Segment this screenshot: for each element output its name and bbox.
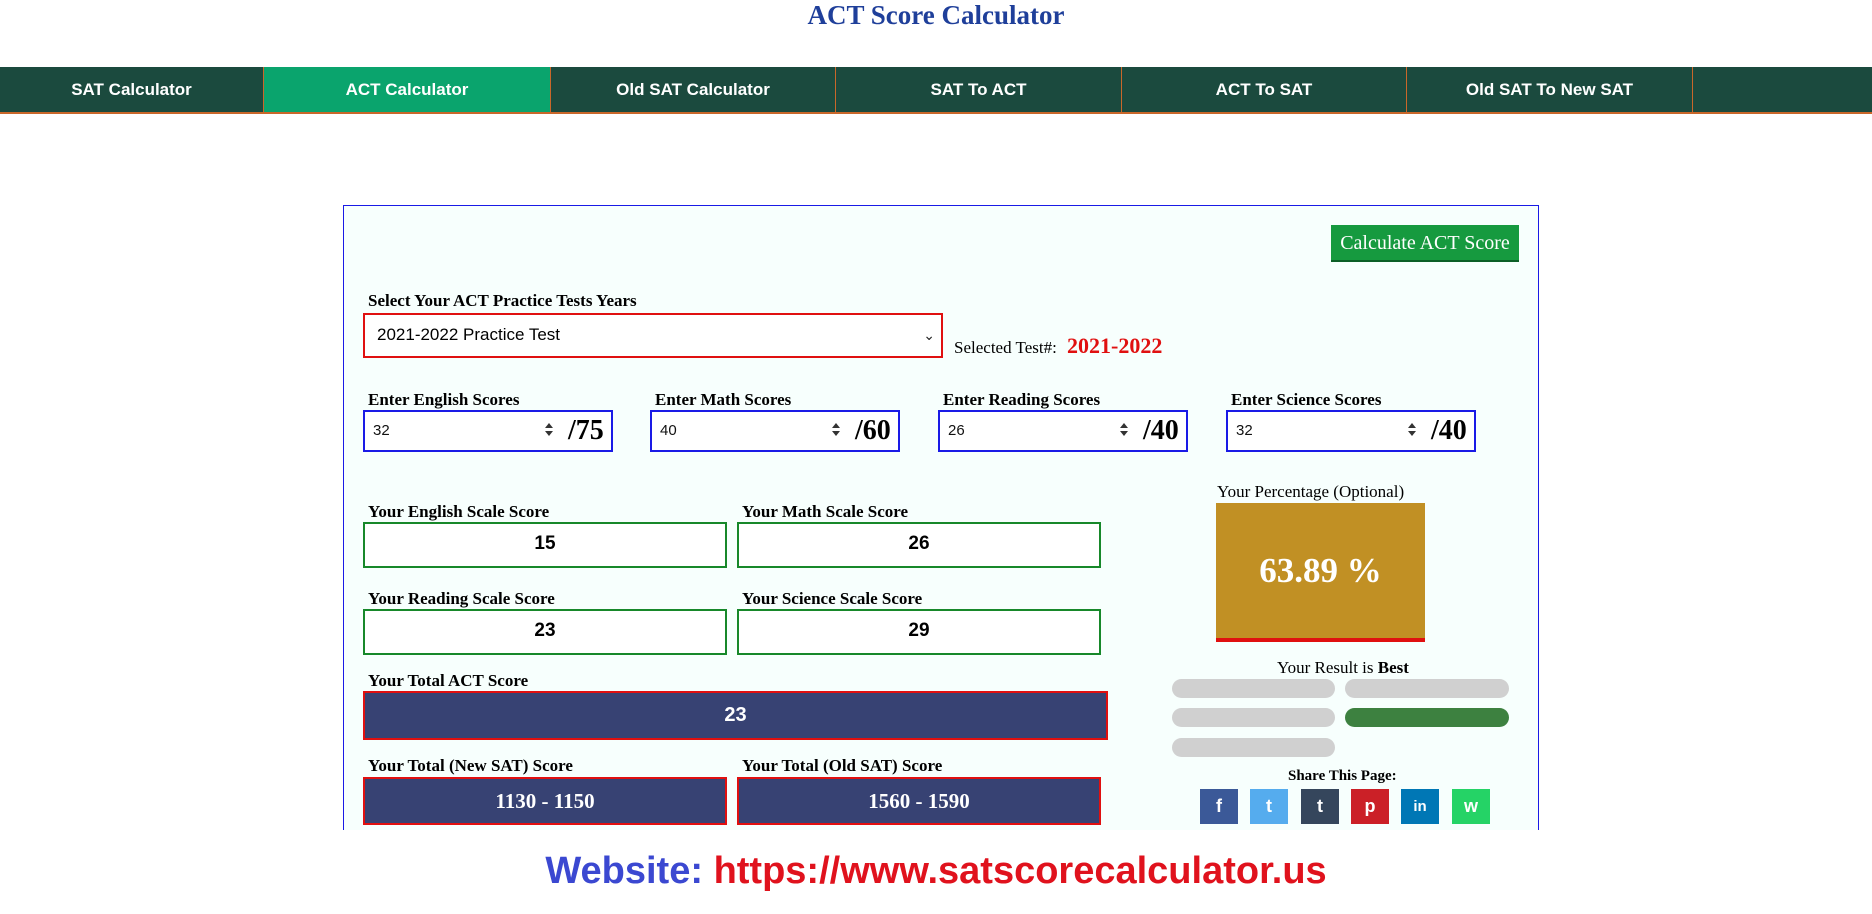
nav-item-act-calculator[interactable]: ACT Calculator	[264, 67, 551, 112]
new-sat-score: 1130 - 1150	[363, 777, 727, 825]
spinner-icon[interactable]	[1119, 421, 1129, 439]
math-score-value: 40	[660, 422, 677, 439]
test-year-select[interactable]: 2021-2022 Practice Test ⌄	[363, 313, 943, 358]
math-scale-label: Your Math Scale Score	[742, 502, 909, 521]
website-label: Website:	[545, 850, 703, 892]
facebook-icon[interactable]: f	[1200, 789, 1238, 824]
calculate-act-score-button[interactable]: Calculate ACT Score	[1331, 225, 1519, 262]
share-label: Share This Page:	[1288, 768, 1397, 784]
nav-item-old-sat-to-new-sat[interactable]: Old SAT To New SAT	[1407, 67, 1693, 112]
pinterest-icon[interactable]: p	[1351, 789, 1389, 824]
total-act-score: 23	[363, 691, 1108, 740]
spinner-icon[interactable]	[831, 421, 841, 439]
result-value: Best	[1377, 658, 1409, 677]
result-bar-2	[1345, 679, 1509, 698]
percentage-value: 63.89 %	[1216, 503, 1425, 642]
english-scale-score: 15	[363, 522, 727, 568]
english-score-input[interactable]: 32 /75	[363, 410, 613, 452]
test-year-select-value: 2021-2022 Practice Test	[377, 325, 561, 344]
tumblr-icon[interactable]: t	[1301, 789, 1339, 824]
result-bar-5	[1172, 738, 1335, 757]
page-title: ACT Score Calculator	[807, 0, 1065, 30]
main-nav: SAT Calculator ACT Calculator Old SAT Ca…	[0, 67, 1872, 114]
reading-input-label: Enter Reading Scores	[943, 390, 1101, 409]
test-select-label: Select Your ACT Practice Tests Years	[368, 291, 637, 310]
twitter-icon[interactable]: t	[1250, 789, 1288, 824]
science-scale-label: Your Science Scale Score	[742, 589, 923, 608]
result-bar-4	[1345, 708, 1509, 727]
science-score-value: 32	[1236, 422, 1253, 439]
science-input-label: Enter Science Scores	[1231, 390, 1382, 409]
reading-scale-label: Your Reading Scale Score	[368, 589, 555, 608]
selected-test-label: Selected Test#:	[954, 338, 1057, 357]
website-line: Website: https://www.satscorecalculator.…	[0, 850, 1872, 893]
math-max-score: /60	[855, 415, 891, 446]
old-sat-label: Your Total (Old SAT) Score	[742, 756, 943, 775]
english-scale-label: Your English Scale Score	[368, 502, 550, 521]
percentage-label: Your Percentage (Optional)	[1217, 482, 1405, 501]
english-score-value: 32	[373, 422, 390, 439]
total-act-label: Your Total ACT Score	[368, 671, 529, 690]
spinner-icon[interactable]	[544, 421, 554, 439]
math-scale-score: 26	[737, 522, 1101, 568]
linkedin-icon[interactable]: in	[1401, 789, 1439, 824]
science-score-input[interactable]: 32 /40	[1226, 410, 1476, 452]
result-bar-1	[1172, 679, 1335, 698]
english-input-label: Enter English Scores	[368, 390, 520, 409]
science-max-score: /40	[1431, 415, 1467, 446]
new-sat-label: Your Total (New SAT) Score	[368, 756, 573, 775]
chevron-down-icon: ⌄	[923, 327, 935, 343]
science-scale-score: 29	[737, 609, 1101, 655]
result-line: Your Result is Best	[1277, 658, 1409, 678]
nav-item-old-sat-calculator[interactable]: Old SAT Calculator	[551, 67, 836, 112]
whatsapp-icon[interactable]: w	[1452, 789, 1490, 824]
old-sat-score: 1560 - 1590	[737, 777, 1101, 825]
website-url[interactable]: https://www.satscorecalculator.us	[714, 850, 1327, 892]
reading-score-input[interactable]: 26 /40	[938, 410, 1188, 452]
english-max-score: /75	[568, 415, 604, 446]
nav-item-act-to-sat[interactable]: ACT To SAT	[1122, 67, 1407, 112]
reading-scale-score: 23	[363, 609, 727, 655]
result-bar-3	[1172, 708, 1335, 727]
math-input-label: Enter Math Scores	[655, 390, 792, 409]
nav-item-sat-to-act[interactable]: SAT To ACT	[836, 67, 1122, 112]
spinner-icon[interactable]	[1407, 421, 1417, 439]
nav-item-sat-calculator[interactable]: SAT Calculator	[0, 67, 264, 112]
selected-test-value: 2021-2022	[1067, 333, 1163, 358]
result-prefix: Your Result is	[1277, 658, 1374, 677]
reading-score-value: 26	[948, 422, 965, 439]
math-score-input[interactable]: 40 /60	[650, 410, 900, 452]
reading-max-score: /40	[1143, 415, 1179, 446]
